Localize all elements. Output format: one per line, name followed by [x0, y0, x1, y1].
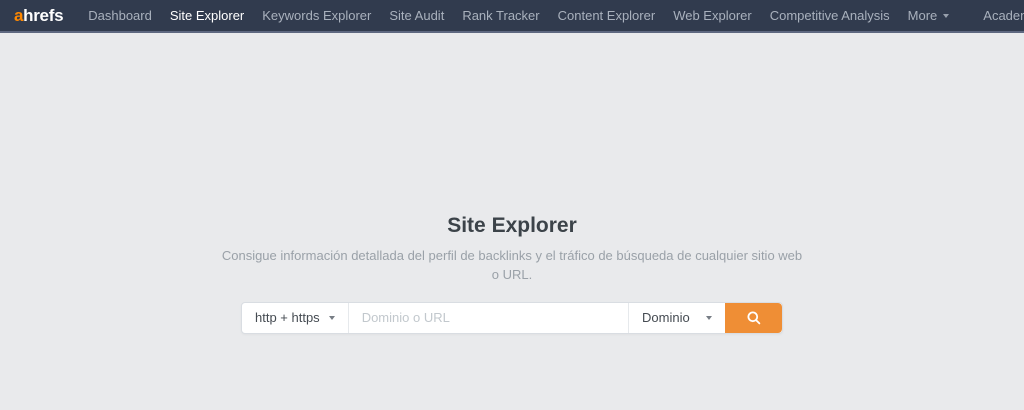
page-title: Site Explorer [447, 214, 577, 237]
nav-more[interactable]: More [899, 0, 959, 32]
nav-web-explorer[interactable]: Web Explorer [664, 0, 761, 32]
top-navbar: ahrefs Dashboard Site Explorer Keywords … [0, 0, 1024, 33]
nav-rank-tracker[interactable]: Rank Tracker [453, 0, 548, 32]
nav-keywords-explorer[interactable]: Keywords Explorer [253, 0, 380, 32]
logo-rest-letters: hrefs [23, 6, 64, 25]
chevron-down-icon [943, 13, 950, 18]
nav-academy[interactable]: Academy [974, 0, 1024, 32]
site-explorer-search-bar: http + https Dominio [241, 301, 783, 334]
nav-competitive-analysis[interactable]: Competitive Analysis [761, 0, 899, 32]
nav-content-explorer[interactable]: Content Explorer [549, 0, 665, 32]
search-button[interactable] [725, 302, 782, 333]
domain-url-input[interactable] [348, 302, 628, 333]
nav-dashboard[interactable]: Dashboard [79, 0, 161, 32]
chevron-down-icon [328, 315, 335, 320]
nav-academy-label: Academy [983, 8, 1024, 23]
ahrefs-logo[interactable]: ahrefs [14, 6, 64, 25]
primary-nav: Dashboard Site Explorer Keywords Explore… [79, 0, 958, 32]
nav-site-audit[interactable]: Site Audit [380, 0, 453, 32]
protocol-dropdown[interactable]: http + https [242, 302, 349, 333]
logo-accent-letter: a [14, 6, 24, 25]
page-subtitle: Consigue información detallada del perfi… [221, 248, 803, 282]
protocol-dropdown-value: http + https [255, 310, 320, 326]
chevron-down-icon [706, 315, 712, 320]
nav-more-label: More [907, 8, 938, 23]
nav-site-explorer[interactable]: Site Explorer [161, 0, 253, 32]
mode-dropdown[interactable]: Dominio [628, 302, 725, 333]
mode-dropdown-value: Dominio [642, 310, 690, 326]
search-icon [747, 311, 760, 324]
site-explorer-hero: Site Explorer Consigue información detal… [0, 33, 1024, 334]
